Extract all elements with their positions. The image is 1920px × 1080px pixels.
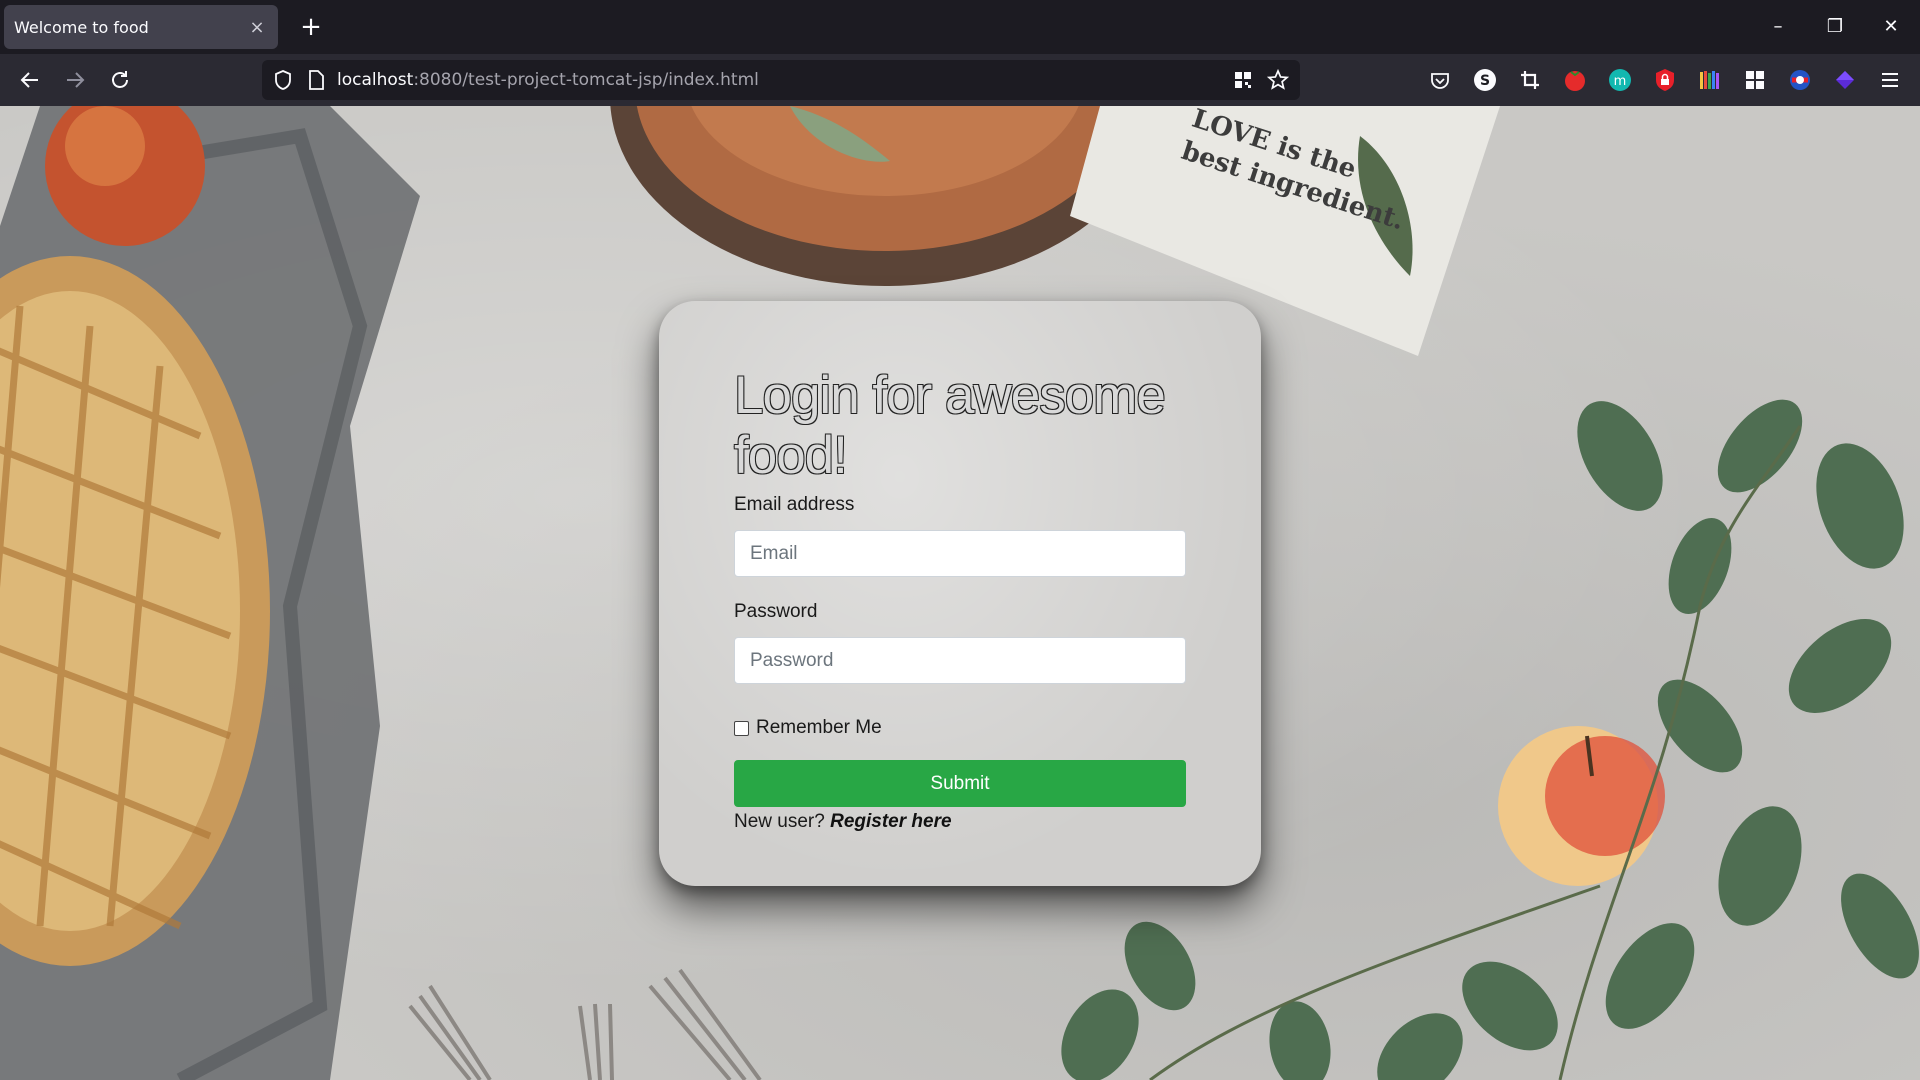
tab-bar: Welcome to food × + – ❐ ✕	[0, 0, 1920, 54]
new-user-text: New user?	[734, 811, 825, 832]
close-tab-icon[interactable]: ×	[246, 17, 268, 38]
star-icon[interactable]	[1266, 68, 1290, 95]
flag-extension-icon[interactable]	[1786, 66, 1814, 94]
reload-icon[interactable]	[102, 62, 138, 98]
url-text[interactable]: localhost:8080/test-project-tomcat-jsp/i…	[337, 60, 759, 100]
url-host: localhost	[337, 70, 414, 90]
password-field[interactable]	[734, 637, 1186, 684]
hamburger-menu-icon[interactable]	[1876, 66, 1904, 94]
lock-extension-icon[interactable]	[1651, 66, 1679, 94]
login-card: Login for awesome food! Email address Pa…	[659, 301, 1261, 886]
url-bar[interactable]: localhost:8080/test-project-tomcat-jsp/i…	[262, 60, 1300, 100]
forward-arrow-icon[interactable]	[57, 62, 93, 98]
minimize-button[interactable]: –	[1758, 8, 1798, 46]
m-extension-icon[interactable]: m	[1606, 66, 1634, 94]
page-viewport: LOVE is the best ingredient. Login for a…	[0, 106, 1920, 1080]
s-extension-icon[interactable]: S	[1471, 66, 1499, 94]
crop-icon[interactable]	[1516, 66, 1544, 94]
email-field[interactable]	[734, 530, 1186, 577]
password-label: Password	[734, 601, 818, 622]
email-label: Email address	[734, 494, 855, 515]
url-path: :8080/test-project-tomcat-jsp/index.html	[413, 70, 759, 90]
close-window-button[interactable]: ✕	[1871, 8, 1911, 46]
tab-title: Welcome to food	[14, 17, 149, 37]
diamond-extension-icon[interactable]	[1831, 66, 1859, 94]
remember-me-row[interactable]: Remember Me	[734, 717, 882, 739]
remember-me-label[interactable]: Remember Me	[756, 717, 882, 739]
library-icon[interactable]	[1696, 66, 1724, 94]
qr-code-icon[interactable]	[1232, 69, 1254, 95]
submit-button[interactable]: Submit	[734, 760, 1186, 807]
svg-text:S: S	[1480, 73, 1490, 89]
navigation-toolbar: localhost:8080/test-project-tomcat-jsp/i…	[0, 54, 1920, 106]
browser-tab[interactable]: Welcome to food ×	[4, 5, 278, 49]
grid-extension-icon[interactable]	[1741, 66, 1769, 94]
page-title: Login for awesome food!	[734, 366, 1166, 485]
new-tab-button[interactable]: +	[294, 10, 328, 44]
pocket-icon[interactable]	[1426, 66, 1454, 94]
svg-text:m: m	[1614, 74, 1627, 89]
shield-icon[interactable]	[272, 69, 294, 95]
restore-button[interactable]: ❐	[1815, 8, 1855, 46]
remember-me-checkbox[interactable]	[734, 720, 749, 736]
page-icon[interactable]	[306, 69, 326, 95]
new-user-prompt: New user? Register here	[734, 811, 952, 833]
back-arrow-icon[interactable]	[12, 62, 48, 98]
register-link[interactable]: Register here	[830, 811, 951, 832]
tomato-extension-icon[interactable]	[1561, 66, 1589, 94]
